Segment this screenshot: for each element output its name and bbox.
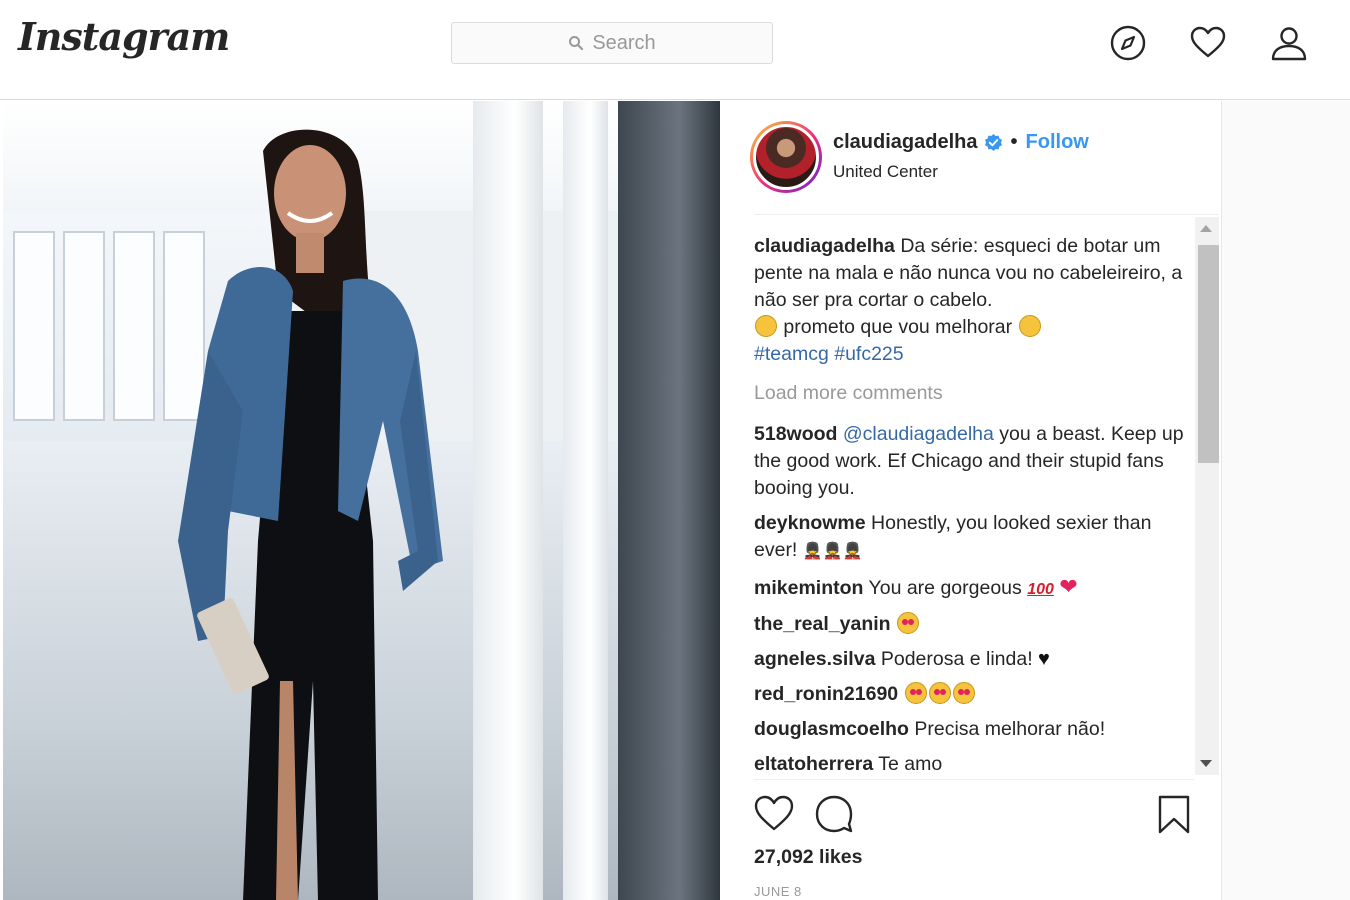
comment-item: douglasmcoelho Precisa melhorar não! — [754, 716, 1194, 743]
like-heart-icon[interactable] — [754, 794, 794, 834]
photo-pillar — [618, 101, 720, 900]
search-placeholder: Search — [592, 31, 656, 54]
comment-item: the_real_yanin — [754, 611, 1194, 638]
avatar-image — [753, 124, 819, 190]
comment-username[interactable]: deyknowme — [754, 512, 866, 534]
page-gutter — [1222, 101, 1350, 900]
search-icon — [569, 36, 584, 51]
author-username[interactable]: claudiagadelha — [833, 131, 978, 154]
comment-text: Te amo — [878, 753, 943, 775]
comment-username[interactable]: douglasmcoelho — [754, 718, 909, 740]
caption-username[interactable]: claudiagadelha — [754, 235, 895, 257]
photo-pillar — [563, 101, 608, 900]
comment-username[interactable]: red_ronin21690 — [754, 683, 898, 705]
follow-button[interactable]: Follow — [1026, 131, 1089, 154]
comments-scrollbar[interactable] — [1195, 217, 1219, 775]
likes-count[interactable]: 27,092 likes — [754, 846, 862, 869]
photo-window — [113, 231, 155, 421]
separator-dot: • — [1010, 131, 1018, 153]
comment-username[interactable]: the_real_yanin — [754, 613, 891, 635]
comment-text: Poderosa e linda! — [880, 648, 1033, 670]
comment-item: red_ronin21690 — [754, 681, 1194, 708]
load-more-comments-button[interactable]: Load more comments — [754, 380, 1194, 407]
comment-item: agneles.silva Poderosa e linda! ♥ — [754, 646, 1194, 673]
hundred-points-emoji-icon: 100 — [1027, 581, 1054, 598]
profile-icon[interactable] — [1270, 24, 1308, 62]
hashtag-link[interactable]: #ufc225 — [834, 343, 903, 365]
red-heart-emoji-icon: ❤ — [1059, 574, 1078, 599]
post-photo[interactable] — [3, 101, 720, 900]
post-header: claudiagadelha • Follow United Center — [750, 101, 1219, 215]
post-date[interactable]: JUNE 8 — [754, 884, 802, 899]
comment-mention[interactable]: @claudiagadelha — [843, 423, 994, 445]
comment-item: mikeminton You are gorgeous 100 ❤ — [754, 573, 1194, 603]
comment-username[interactable]: 518wood — [754, 423, 837, 445]
heart-icon[interactable] — [1189, 24, 1227, 62]
photo-window — [63, 231, 105, 421]
post-side-panel: claudiagadelha • Follow United Center cl… — [720, 101, 1222, 900]
scrollbar-thumb[interactable] — [1198, 245, 1219, 463]
photo-window — [13, 231, 55, 421]
heart-eyes-emoji-icon — [897, 612, 919, 634]
search-input[interactable]: Search — [451, 22, 773, 64]
caption-text-2: prometo que vou melhorar — [783, 316, 1013, 338]
caption: claudiagadelha Da série: esqueci de bota… — [754, 233, 1194, 368]
comment-username[interactable]: eltatoherrera — [754, 753, 873, 775]
photo-pillar — [473, 101, 543, 900]
comment-username[interactable]: agneles.silva — [754, 648, 875, 670]
comment-item: eltatoherrera Te amo — [754, 751, 1194, 778]
heart-eyes-emoji-icon — [928, 682, 951, 704]
top-nav-bar: Instagram Search — [0, 0, 1350, 100]
instagram-logo[interactable]: Instagram — [18, 14, 230, 59]
comment-icon[interactable] — [814, 794, 854, 834]
laughing-emoji-icon — [755, 315, 777, 337]
photo-person — [178, 129, 443, 900]
comment-item: deyknowme Honestly, you looked sexier th… — [754, 510, 1194, 565]
comment-text: Precisa melhorar não! — [914, 718, 1106, 740]
comment-item: 518wood @claudiagadelha you a beast. Kee… — [754, 421, 1194, 502]
heart-eyes-emoji-icon — [904, 682, 927, 704]
scroll-down-arrow-icon[interactable] — [1200, 760, 1212, 767]
author-avatar[interactable] — [750, 121, 822, 193]
guard-emoji-icon: 💂‍♂💂‍♂💂‍♂ — [802, 543, 863, 560]
comment-username[interactable]: mikeminton — [754, 577, 863, 599]
bookmark-icon[interactable] — [1154, 794, 1194, 834]
black-heart-emoji-icon: ♥ — [1038, 648, 1050, 670]
heart-eyes-emoji-icon — [952, 682, 975, 704]
verified-badge-icon — [984, 133, 1002, 152]
hashtag-link[interactable]: #teamcg — [754, 343, 829, 365]
post-actions: 27,092 likes JUNE 8 — [754, 779, 1194, 900]
tears-of-joy-emoji-icon — [1018, 315, 1041, 337]
comment-text: You are gorgeous — [868, 577, 1022, 599]
scroll-up-arrow-icon[interactable] — [1200, 225, 1212, 232]
post-location[interactable]: United Center — [833, 162, 938, 182]
comments-list[interactable]: claudiagadelha Da série: esqueci de bota… — [754, 215, 1194, 779]
author-username-row: claudiagadelha • Follow — [833, 131, 1089, 154]
compass-icon[interactable] — [1109, 24, 1147, 62]
